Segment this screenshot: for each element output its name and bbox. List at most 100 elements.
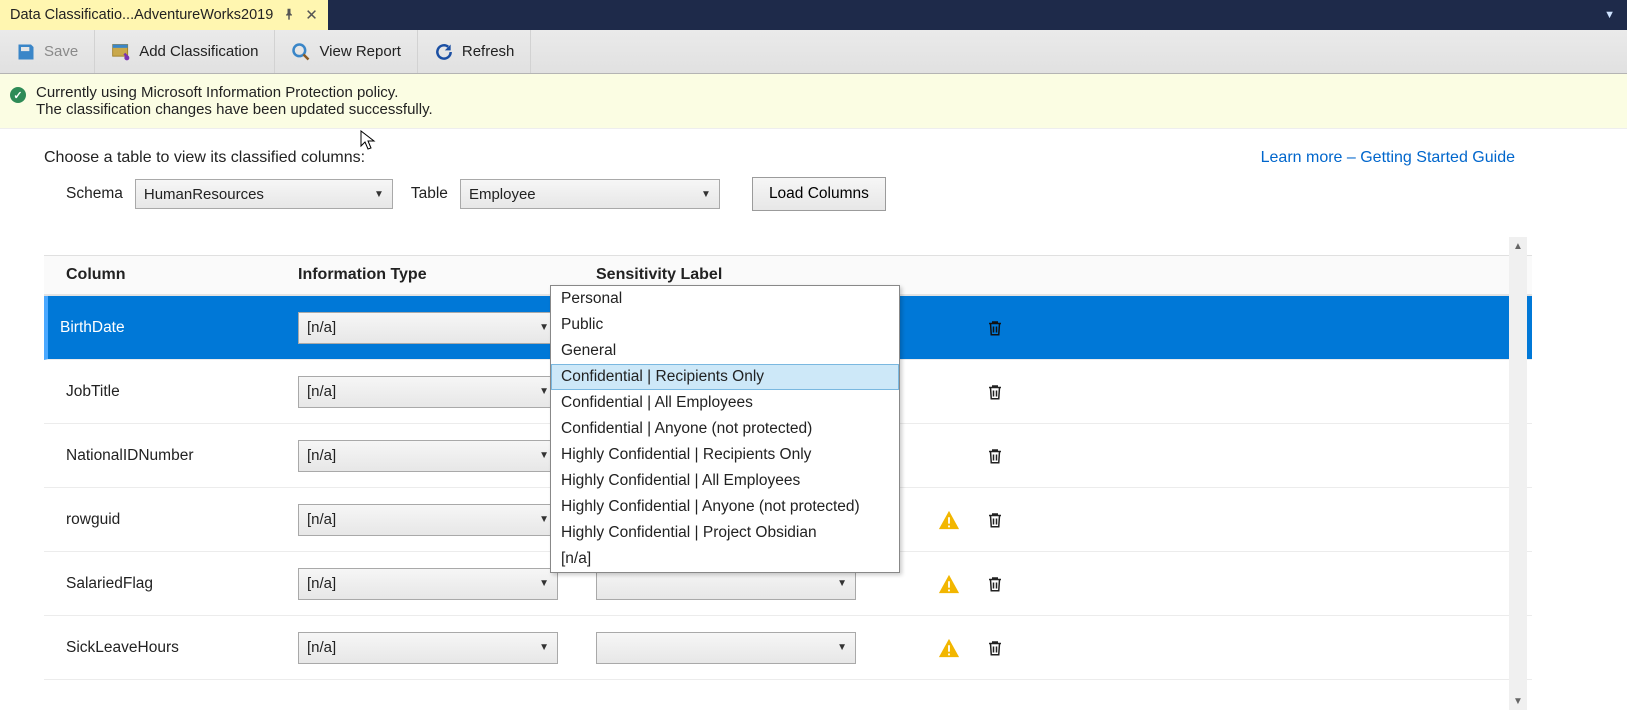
close-icon[interactable]: ✕	[305, 6, 318, 24]
scroll-up-icon[interactable]: ▲	[1509, 237, 1527, 255]
column-name: SalariedFlag	[66, 575, 298, 593]
delete-icon[interactable]	[986, 318, 1004, 338]
title-bar: Data Classificatio...AdventureWorks2019 …	[0, 0, 1627, 30]
load-columns-button[interactable]: Load Columns	[752, 177, 886, 211]
column-name: JobTitle	[66, 383, 298, 401]
dropdown-option[interactable]: [n/a]	[551, 546, 899, 572]
info-type-select[interactable]: [n/a] ▼	[298, 504, 558, 536]
chevron-down-icon: ▼	[539, 450, 549, 461]
dropdown-option[interactable]: Confidential | Recipients Only	[551, 364, 899, 390]
delete-icon[interactable]	[986, 382, 1004, 402]
dropdown-option[interactable]: Highly Confidential | Recipients Only	[551, 442, 899, 468]
dropdown-option[interactable]: Highly Confidential | All Employees	[551, 468, 899, 494]
info-type-value: [n/a]	[307, 575, 336, 592]
save-button[interactable]: Save	[0, 30, 95, 73]
delete-icon[interactable]	[986, 638, 1004, 658]
info-type-cell: [n/a] ▼	[298, 632, 596, 664]
delete-cell	[972, 574, 1018, 594]
delete-cell	[972, 318, 1018, 338]
info-type-select[interactable]: [n/a] ▼	[298, 312, 558, 344]
info-banner: ✓ Currently using Microsoft Information …	[0, 74, 1627, 129]
header-sensitivity: Sensitivity Label	[596, 266, 926, 284]
delete-cell	[972, 510, 1018, 530]
dropdown-option[interactable]: Highly Confidential | Project Obsidian	[551, 520, 899, 546]
delete-cell	[972, 446, 1018, 466]
tab-title: Data Classificatio...AdventureWorks2019	[10, 7, 273, 23]
table-value: Employee	[469, 186, 536, 203]
chevron-down-icon: ▼	[539, 578, 549, 589]
info-type-select[interactable]: [n/a] ▼	[298, 632, 558, 664]
header-info-type: Information Type	[298, 266, 596, 284]
overflow-chevron-icon[interactable]: ▼	[1592, 0, 1627, 30]
pin-icon[interactable]	[283, 8, 295, 23]
add-classification-icon	[111, 42, 131, 62]
add-classification-button[interactable]: Add Classification	[95, 30, 275, 73]
delete-icon[interactable]	[986, 574, 1004, 594]
refresh-label: Refresh	[462, 43, 515, 60]
info-type-select[interactable]: [n/a] ▼	[298, 376, 558, 408]
view-report-button[interactable]: View Report	[275, 30, 417, 73]
chevron-down-icon: ▼	[837, 578, 847, 589]
warning-cell	[926, 573, 972, 595]
schema-select[interactable]: HumanResources ▼	[135, 179, 393, 209]
column-name: NationalIDNumber	[66, 447, 298, 465]
warning-icon	[938, 509, 960, 531]
add-classification-label: Add Classification	[139, 43, 258, 60]
delete-icon[interactable]	[986, 510, 1004, 530]
chevron-down-icon: ▼	[539, 322, 549, 333]
chevron-down-icon: ▼	[539, 514, 549, 525]
refresh-icon	[434, 42, 454, 62]
header-column: Column	[66, 266, 298, 284]
save-icon	[16, 42, 36, 62]
delete-icon[interactable]	[986, 446, 1004, 466]
dropdown-option[interactable]: Confidential | Anyone (not protected)	[551, 416, 899, 442]
dropdown-option[interactable]: Highly Confidential | Anyone (not protec…	[551, 494, 899, 520]
table-select[interactable]: Employee ▼	[460, 179, 720, 209]
chevron-down-icon: ▼	[701, 189, 711, 200]
save-label: Save	[44, 43, 78, 60]
chevron-down-icon: ▼	[539, 386, 549, 397]
info-type-select[interactable]: [n/a] ▼	[298, 440, 558, 472]
grid-row[interactable]: SickLeaveHours [n/a] ▼ ▼	[44, 616, 1627, 680]
schema-label: Schema	[66, 185, 123, 203]
warning-cell	[926, 509, 972, 531]
info-type-value: [n/a]	[307, 447, 336, 464]
toolbar: Save Add Classification View Report Refr…	[0, 30, 1627, 74]
info-type-value: [n/a]	[307, 319, 336, 336]
sensitivity-cell: ▼	[596, 632, 926, 664]
column-name: SickLeaveHours	[66, 639, 298, 657]
chevron-down-icon: ▼	[539, 642, 549, 653]
view-report-label: View Report	[319, 43, 400, 60]
info-type-select[interactable]: [n/a] ▼	[298, 568, 558, 600]
sensitivity-select[interactable]: ▼	[596, 632, 856, 664]
schema-value: HumanResources	[144, 186, 264, 203]
delete-cell	[972, 382, 1018, 402]
refresh-button[interactable]: Refresh	[418, 30, 532, 73]
table-label: Table	[411, 185, 448, 203]
info-type-value: [n/a]	[307, 639, 336, 656]
chevron-down-icon: ▼	[374, 189, 384, 200]
banner-line-1: Currently using Microsoft Information Pr…	[36, 84, 433, 101]
dropdown-option[interactable]: Confidential | All Employees	[551, 390, 899, 416]
dropdown-option[interactable]: Personal	[551, 286, 899, 312]
vertical-scrollbar[interactable]: ▲ ▼	[1509, 237, 1527, 710]
column-name: BirthDate	[60, 319, 298, 337]
scroll-down-icon[interactable]: ▼	[1509, 692, 1527, 710]
delete-cell	[972, 638, 1018, 658]
dropdown-option[interactable]: Public	[551, 312, 899, 338]
banner-line-2: The classification changes have been upd…	[36, 101, 433, 118]
column-name: rowguid	[66, 511, 298, 529]
dropdown-option[interactable]: General	[551, 338, 899, 364]
warning-icon	[938, 573, 960, 595]
warning-icon	[938, 637, 960, 659]
document-tab[interactable]: Data Classificatio...AdventureWorks2019 …	[0, 0, 328, 30]
info-type-value: [n/a]	[307, 383, 336, 400]
blank-area	[1532, 129, 1627, 710]
success-check-icon: ✓	[10, 87, 26, 103]
learn-more-link[interactable]: Learn more – Getting Started Guide	[1261, 149, 1515, 167]
info-type-value: [n/a]	[307, 511, 336, 528]
warning-cell	[926, 637, 972, 659]
sensitivity-dropdown[interactable]: PersonalPublicGeneralConfidential | Reci…	[550, 285, 900, 573]
chevron-down-icon: ▼	[837, 642, 847, 653]
magnifier-icon	[291, 42, 311, 62]
